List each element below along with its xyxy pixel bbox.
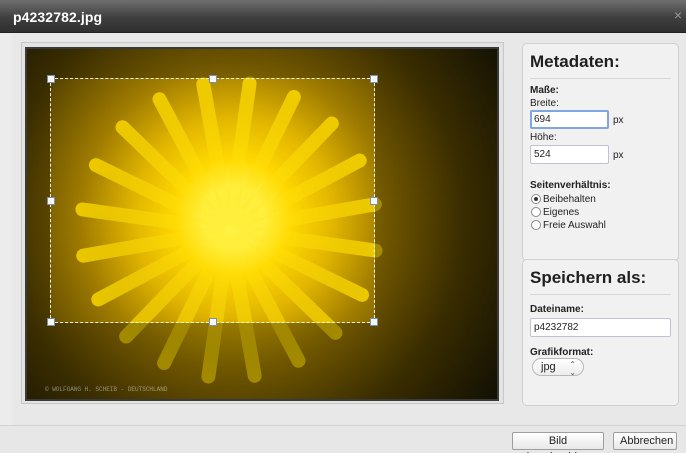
height-label: Höhe:: [530, 132, 557, 143]
crop-handle-top-right[interactable]: [370, 75, 378, 83]
dialog-content: © WOLFGANG H. SCHEIB - DEUTSCHLAND Metad…: [12, 33, 686, 425]
crop-handle-bottom[interactable]: [209, 318, 217, 326]
format-select[interactable]: jpg ⌃ ⌄: [532, 358, 584, 377]
dimensions-label: Maße:: [530, 85, 559, 96]
aspect-option-label: Beibehalten: [543, 193, 596, 205]
metadata-title: Metadaten:: [530, 52, 620, 71]
chevron-up-down-icon: ⌃ ⌄: [569, 360, 576, 377]
radio-icon[interactable]: [531, 220, 541, 230]
image-preview-frame: © WOLFGANG H. SCHEIB - DEUTSCHLAND: [25, 47, 499, 401]
crop-image-dialog: p4232782.jpg × © WOLFGANG H. SCHEIB - DE…: [0, 0, 686, 453]
cancel-button[interactable]: Abbrechen: [613, 432, 677, 450]
title-bar: p4232782.jpg ×: [0, 0, 686, 33]
crop-handle-bottom-right[interactable]: [370, 318, 378, 326]
radio-checked-icon[interactable]: [531, 194, 541, 204]
crop-handle-right[interactable]: [370, 197, 378, 205]
dialog-title: p4232782.jpg: [13, 9, 103, 25]
height-input[interactable]: 524: [530, 145, 609, 164]
crop-handle-top-left[interactable]: [47, 75, 55, 83]
width-unit: px: [613, 115, 624, 126]
save-as-title: Speichern als:: [530, 268, 647, 287]
height-unit: px: [613, 150, 624, 161]
metadata-panel: Metadaten: Maße: Breite: 694 px Höhe: 52…: [522, 43, 679, 261]
aspect-option-custom[interactable]: Eigenes: [531, 206, 579, 218]
save-as-divider: [530, 294, 671, 295]
dialog-footer: Bild beschneiden Abbrechen: [0, 425, 686, 453]
width-label: Breite:: [530, 98, 559, 109]
filename-input[interactable]: p4232782: [530, 318, 671, 337]
aspect-option-free[interactable]: Freie Auswahl: [531, 219, 606, 231]
crop-handle-left[interactable]: [47, 197, 55, 205]
photo-watermark: © WOLFGANG H. SCHEIB - DEUTSCHLAND: [45, 386, 168, 393]
format-label: Grafikformat:: [530, 347, 594, 358]
image-preview-panel: © WOLFGANG H. SCHEIB - DEUTSCHLAND: [21, 42, 504, 404]
crop-image-button[interactable]: Bild beschneiden: [512, 432, 604, 453]
aspect-option-label: Eigenes: [543, 206, 580, 218]
crop-handle-top[interactable]: [209, 75, 217, 83]
width-input[interactable]: 694: [530, 110, 609, 129]
filename-label: Dateiname:: [530, 304, 584, 315]
crop-outside-shade: [375, 78, 497, 323]
save-as-panel: Speichern als: Dateiname: p4232782 Grafi…: [522, 259, 679, 406]
crop-handle-bottom-left[interactable]: [47, 318, 55, 326]
metadata-divider: [530, 78, 671, 79]
aspect-ratio-label: Seitenverhältnis:: [530, 180, 611, 191]
close-icon[interactable]: ×: [672, 8, 684, 22]
format-value: jpg: [541, 361, 556, 373]
crop-outside-shade: [27, 49, 497, 78]
radio-icon[interactable]: [531, 207, 541, 217]
aspect-option-label: Freie Auswahl: [543, 219, 606, 231]
crop-selection-box[interactable]: [47, 75, 378, 326]
aspect-option-keep[interactable]: Beibehalten: [531, 193, 596, 205]
